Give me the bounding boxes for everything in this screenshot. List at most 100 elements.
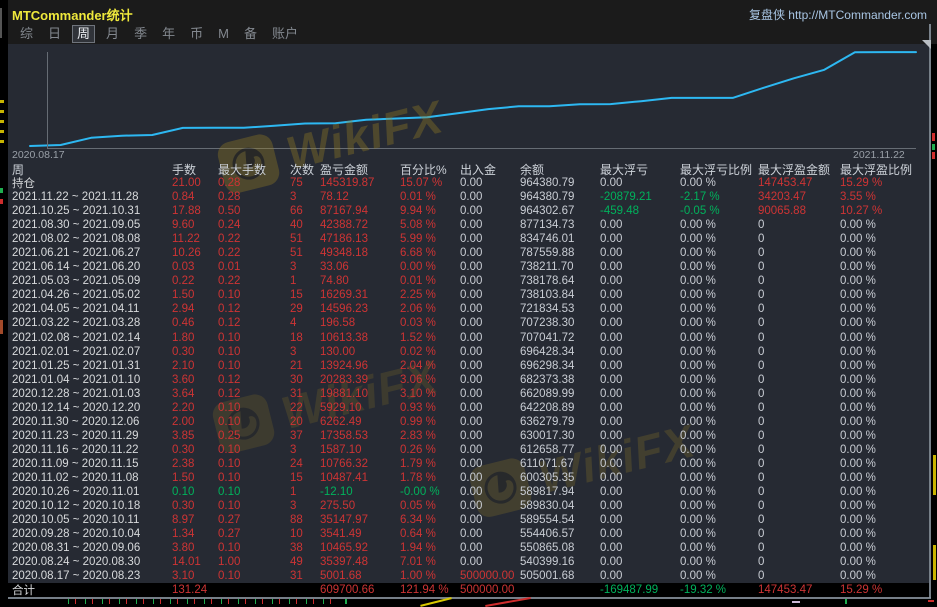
brand-link[interactable]: 复盘侠 http://MTCommander.com [749, 6, 927, 23]
cell-max-float-profit: 0 [758, 486, 840, 498]
column-header-balance[interactable]: 余额 [520, 161, 600, 178]
cell-balance: 682373.38 [520, 374, 600, 386]
cell-lots: 2.10 [172, 360, 218, 372]
table-row[interactable]: 2020.12.14 ~ 2020.12.202.200.10225929.10… [8, 401, 929, 415]
cell-period: 2020.11.23 ~ 2020.11.29 [12, 430, 172, 442]
cell-lots: 0.30 [172, 500, 218, 512]
cell-max-lots: 0.01 [218, 261, 290, 273]
table-row[interactable]: 2020.10.26 ~ 2020.11.010.100.101-12.10-0… [8, 485, 929, 499]
menu-item-7[interactable]: M [214, 26, 233, 42]
column-header-max-lots[interactable]: 最大手数 [218, 161, 290, 178]
table-row[interactable]: 2021.05.03 ~ 2021.05.090.220.22174.800.0… [8, 274, 929, 288]
cell-lots: 21.00 [172, 177, 218, 189]
table-row[interactable]: 2021.01.25 ~ 2021.01.312.100.102113924.9… [8, 359, 929, 373]
table-row[interactable]: 2021.08.02 ~ 2021.08.0811.220.225147186.… [8, 232, 929, 246]
table-row[interactable]: 2020.11.16 ~ 2020.11.220.300.1031587.100… [8, 443, 929, 457]
cell-max-float-profit-pct: 0.00 % [840, 289, 929, 301]
cell-profit: 47186.13 [320, 233, 400, 245]
cell-lots: 10.26 [172, 247, 218, 259]
resize-grip-icon[interactable] [922, 40, 931, 49]
cell-period: 2020.08.24 ~ 2020.08.30 [12, 556, 172, 568]
menu-item-9[interactable]: 账户 [268, 26, 302, 42]
column-header-max-float-loss[interactable]: 最大浮亏 [600, 161, 680, 178]
table-row-total[interactable]: 合计131.24609700.66121.94 %500000.00-16948… [8, 583, 929, 597]
table-row[interactable]: 2020.09.28 ~ 2020.10.041.340.27103541.49… [8, 527, 929, 541]
cell-balance: 540399.16 [520, 556, 600, 568]
table-row[interactable]: 2020.08.24 ~ 2020.08.3014.011.004935397.… [8, 555, 929, 569]
table-row[interactable]: 2020.11.02 ~ 2020.11.081.500.101510487.4… [8, 471, 929, 485]
table-row[interactable]: 2020.11.09 ~ 2020.11.152.380.102410766.3… [8, 457, 929, 471]
cell-profit: 14596.23 [320, 303, 400, 315]
table-row[interactable]: 2021.10.25 ~ 2021.10.3117.880.506687167.… [8, 204, 929, 218]
column-header-trades[interactable]: 次数 [290, 161, 320, 178]
table-row[interactable]: 2021.04.05 ~ 2021.04.112.940.122914596.2… [8, 302, 929, 316]
column-header-max-float-profit-pct[interactable]: 最大浮盈比例 [840, 161, 929, 178]
cell-trades: 18 [290, 332, 320, 344]
table-row[interactable]: 2021.11.22 ~ 2021.11.280.840.28378.120.0… [8, 190, 929, 204]
cell-balance: 505001.68 [520, 570, 600, 582]
cell-lots: 1.34 [172, 528, 218, 540]
cell-deposit: 0.00 [460, 374, 520, 386]
table-row[interactable]: 2021.01.04 ~ 2021.01.103.600.123020283.3… [8, 373, 929, 387]
column-header-deposit[interactable]: 出入金 [460, 161, 520, 178]
column-header-profit[interactable]: 盈亏金额 [320, 161, 400, 178]
cell-max-float-profit: 0 [758, 402, 840, 414]
menu-item-6[interactable]: 币 [186, 26, 207, 42]
cell-profit: 5001.68 [320, 570, 400, 582]
cell-max-float-profit: 147453.47 [758, 177, 840, 189]
table-row[interactable]: 2020.11.30 ~ 2020.12.062.000.10206262.49… [8, 415, 929, 429]
menu-item-4[interactable]: 季 [130, 26, 151, 42]
table-row[interactable]: 持仓21.000.2875145319.8715.07 %0.00964380.… [8, 176, 929, 190]
table-row[interactable]: 2020.12.28 ~ 2021.01.033.640.123119881.1… [8, 387, 929, 401]
background-window-fragment [0, 320, 3, 334]
cell-profit: 10487.41 [320, 472, 400, 484]
table-row[interactable]: 2021.02.08 ~ 2021.02.141.800.101810613.3… [8, 331, 929, 345]
cell-profit: 196.58 [320, 317, 400, 329]
cell-max-float-profit: 0 [758, 570, 840, 582]
cell-trades: 3 [290, 191, 320, 203]
cell-max-float-loss-pct: 0.00 % [680, 556, 758, 568]
table-row[interactable]: 2021.06.14 ~ 2021.06.200.030.01333.060.0… [8, 260, 929, 274]
cell-balance: 630017.30 [520, 430, 600, 442]
cell-max-float-loss: 0.00 [600, 556, 680, 568]
menu-item-1[interactable]: 日 [44, 26, 65, 42]
cell-balance: 554406.57 [520, 528, 600, 540]
cell-max-float-profit: 0 [758, 360, 840, 372]
menu-item-2[interactable]: 周 [72, 25, 95, 43]
menu-item-5[interactable]: 年 [158, 26, 179, 42]
column-header-percent[interactable]: 百分比% [400, 161, 460, 178]
background-window-fragment [932, 144, 935, 150]
table-row[interactable]: 2021.08.30 ~ 2021.09.059.600.244042388.7… [8, 218, 929, 232]
table-row[interactable]: 2020.11.23 ~ 2020.11.293.850.253717358.5… [8, 429, 929, 443]
table-row[interactable]: 2021.03.22 ~ 2021.03.280.460.124196.580.… [8, 316, 929, 330]
cell-trades: 31 [290, 570, 320, 582]
table-row[interactable]: 2021.06.21 ~ 2021.06.2710.260.225149348.… [8, 246, 929, 260]
cell-deposit: 0.00 [460, 556, 520, 568]
table-row[interactable]: 2020.10.12 ~ 2020.10.180.300.103275.500.… [8, 499, 929, 513]
cell-deposit: 0.00 [460, 346, 520, 358]
table-row[interactable]: 2020.10.05 ~ 2020.10.118.970.278835147.9… [8, 513, 929, 527]
table-row[interactable]: 2021.02.01 ~ 2021.02.070.300.103130.000.… [8, 345, 929, 359]
cell-deposit: 0.00 [460, 332, 520, 344]
column-header-max-float-loss-pct[interactable]: 最大浮亏比例 [680, 161, 758, 178]
table-row[interactable]: 2020.08.31 ~ 2020.09.063.800.103810465.9… [8, 541, 929, 555]
table-row[interactable]: 2020.08.17 ~ 2020.08.233.100.10315001.68… [8, 569, 929, 583]
cell-lots: 1.80 [172, 332, 218, 344]
title-bar[interactable]: MTCommander统计 复盘侠 http://MTCommander.com [8, 0, 937, 24]
cell-max-float-profit-pct: 0.00 % [840, 374, 929, 386]
cell-max-lots: 0.10 [218, 360, 290, 372]
column-header-lots[interactable]: 手数 [172, 161, 218, 178]
cell-period: 2021.06.21 ~ 2021.06.27 [12, 247, 172, 259]
menu-item-3[interactable]: 月 [102, 26, 123, 42]
cell-max-float-loss-pct: -0.05 % [680, 205, 758, 217]
column-header-max-float-profit[interactable]: 最大浮盈金额 [758, 161, 840, 178]
menu-item-8[interactable]: 备 [240, 26, 261, 42]
cell-deposit: 0.00 [460, 177, 520, 189]
table-row[interactable]: 2021.04.26 ~ 2021.05.021.500.101516269.3… [8, 288, 929, 302]
cell-lots: 3.80 [172, 542, 218, 554]
cell-deposit: 0.00 [460, 360, 520, 372]
cell-profit: 49348.18 [320, 247, 400, 259]
cell-profit: 10613.38 [320, 332, 400, 344]
cell-profit: 10766.32 [320, 458, 400, 470]
menu-item-0[interactable]: 综 [16, 26, 37, 42]
